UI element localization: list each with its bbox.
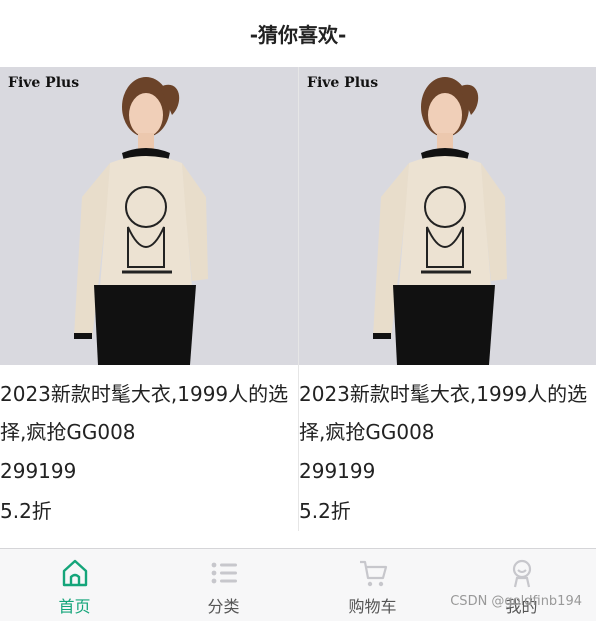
product-price: 299199: [0, 459, 77, 483]
product-image[interactable]: Five Plus: [299, 67, 596, 365]
watermark: CSDN @goldfinb194: [450, 594, 582, 609]
tab-category-label: 分类: [207, 597, 240, 616]
product-discount: 5.2折: [299, 499, 351, 523]
tab-cart[interactable]: 购物车: [298, 549, 447, 621]
product-image[interactable]: Five Plus: [0, 67, 298, 365]
list-icon: [211, 562, 237, 584]
user-icon: [512, 559, 531, 588]
tab-home-label: 首页: [58, 597, 91, 616]
product-grid: Five Plus 2023新款时髦大衣,1999人的选择,疯抢GG008 29…: [0, 67, 596, 531]
product-title[interactable]: 2023新款时髦大衣,1999人的选择,疯抢GG008: [0, 365, 298, 451]
section-title-text: -猜你喜欢-: [249, 23, 347, 47]
cart-icon: [359, 560, 387, 587]
tab-category[interactable]: 分类: [149, 549, 298, 621]
tab-cart-label: 购物车: [348, 597, 397, 616]
home-icon: [62, 559, 87, 587]
tab-home[interactable]: 首页: [0, 549, 149, 621]
tab-profile[interactable]: 我的: [447, 549, 596, 621]
product-photo: [74, 77, 208, 365]
product-price: 299199: [299, 459, 376, 483]
product-card[interactable]: Five Plus 2023新款时髦大衣,1999人的选择,疯抢GG008 29…: [298, 67, 596, 531]
bottom-tabbar: 首页 分类 购物车 我的: [0, 548, 596, 621]
product-card[interactable]: Five Plus 2023新款时髦大衣,1999人的选择,疯抢GG008 29…: [0, 67, 298, 531]
product-title[interactable]: 2023新款时髦大衣,1999人的选择,疯抢GG008: [299, 365, 596, 451]
brand-logo: Five Plus: [307, 75, 379, 91]
product-photo: [373, 77, 507, 365]
brand-logo: Five Plus: [8, 75, 80, 91]
product-discount: 5.2折: [0, 499, 52, 523]
section-title: -猜你喜欢-: [0, 0, 596, 67]
